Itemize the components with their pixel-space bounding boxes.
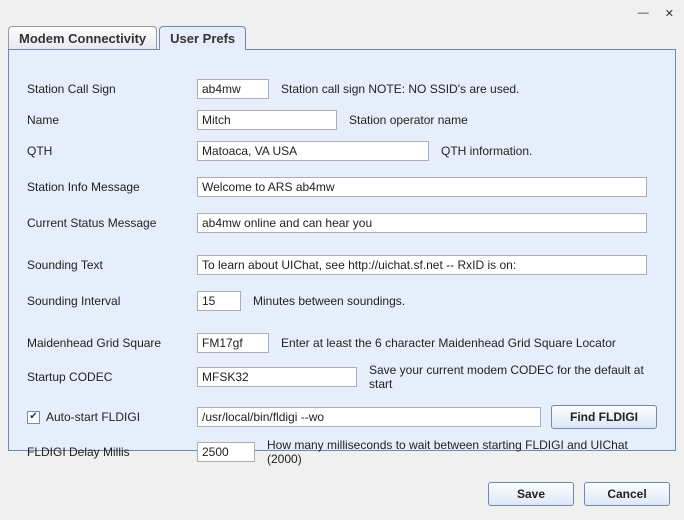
tab-modem-connectivity[interactable]: Modem Connectivity <box>8 26 157 50</box>
grid-hint: Enter at least the 6 character Maidenhea… <box>281 336 616 350</box>
delay-label: FLDIGI Delay Millis <box>27 445 197 459</box>
name-label: Name <box>27 113 197 127</box>
user-prefs-pane: Station Call Sign Station call sign NOTE… <box>8 49 676 451</box>
checkbox-icon: ✔ <box>27 411 40 424</box>
grid-input[interactable] <box>197 333 269 353</box>
interval-hint: Minutes between soundings. <box>253 294 405 308</box>
qth-input[interactable] <box>197 141 429 161</box>
find-fldigi-button[interactable]: Find FLDIGI <box>551 405 657 429</box>
autostart-checkbox[interactable]: ✔ Auto-start FLDIGI <box>27 410 197 424</box>
name-input[interactable] <box>197 110 337 130</box>
interval-label: Sounding Interval <box>27 294 197 308</box>
qth-label: QTH <box>27 144 197 158</box>
codec-hint: Save your current modem CODEC for the de… <box>369 363 657 391</box>
minimize-icon[interactable]: — <box>638 7 649 19</box>
status-label: Current Status Message <box>27 216 197 230</box>
cancel-button[interactable]: Cancel <box>584 482 670 506</box>
fldigi-path-input[interactable] <box>197 407 541 427</box>
callsign-input[interactable] <box>197 79 269 99</box>
stationinfo-label: Station Info Message <box>27 180 197 194</box>
callsign-label: Station Call Sign <box>27 82 197 96</box>
codec-label: Startup CODEC <box>27 370 197 384</box>
save-button[interactable]: Save <box>488 482 574 506</box>
name-hint: Station operator name <box>349 113 468 127</box>
interval-input[interactable] <box>197 291 241 311</box>
grid-label: Maidenhead Grid Square <box>27 336 197 350</box>
delay-hint: How many milliseconds to wait between st… <box>267 438 657 466</box>
status-input[interactable] <box>197 213 647 233</box>
sounding-input[interactable] <box>197 255 647 275</box>
tab-user-prefs[interactable]: User Prefs <box>159 26 246 50</box>
close-icon[interactable]: ✕ <box>665 7 674 20</box>
qth-hint: QTH information. <box>441 144 532 158</box>
sounding-label: Sounding Text <box>27 258 197 272</box>
delay-input[interactable] <box>197 442 255 462</box>
callsign-hint: Station call sign NOTE: NO SSID's are us… <box>281 82 519 96</box>
stationinfo-input[interactable] <box>197 177 647 197</box>
codec-input[interactable] <box>197 367 357 387</box>
autostart-label: Auto-start FLDIGI <box>46 410 140 424</box>
